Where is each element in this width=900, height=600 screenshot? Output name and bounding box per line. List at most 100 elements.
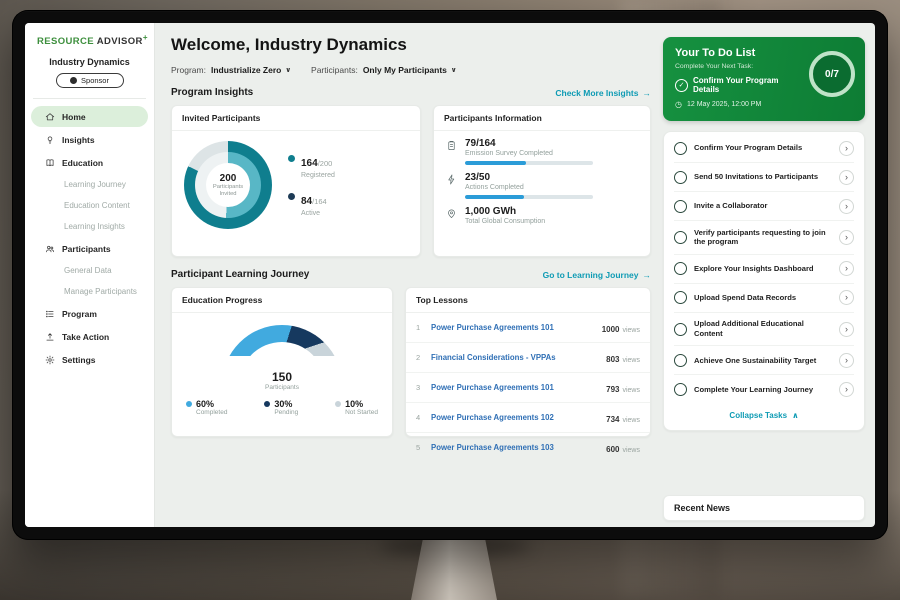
- task-label: Confirm Your Program Details: [694, 143, 832, 153]
- todo-list-card: Your To Do List Complete Your Next Task:…: [663, 37, 865, 121]
- task-checkbox[interactable]: [674, 383, 687, 396]
- sidebar-item-label: Insights: [62, 135, 95, 145]
- task-label: Complete Your Learning Journey: [694, 385, 832, 395]
- sidebar-item-manage-participants[interactable]: Manage Participants: [31, 282, 148, 301]
- lesson-link[interactable]: Power Purchase Agreements 101: [431, 383, 599, 392]
- main-content: Welcome, Industry Dynamics Program: Indu…: [155, 23, 663, 527]
- legend-dot: [264, 401, 270, 407]
- task-checkbox[interactable]: [674, 200, 687, 213]
- task-row-send-invitations[interactable]: Send 50 Invitations to Participants ›: [674, 163, 854, 192]
- legend-dot: [288, 193, 295, 200]
- lightning-icon: [446, 174, 457, 199]
- participants-information-card: Participants Information 79/164 Emission…: [433, 105, 651, 257]
- legend-item-completed: 60% Completed: [186, 399, 227, 416]
- legend-dot: [288, 155, 295, 162]
- sidebar-divider: [33, 98, 146, 99]
- section-title-learning-journey: Participant Learning Journey: [171, 269, 309, 280]
- task-row-verify-participants[interactable]: Verify participants requesting to join t…: [674, 221, 854, 255]
- lesson-link[interactable]: Financial Considerations - VPPAs: [431, 353, 599, 362]
- info-value: 1,000 GWh: [465, 206, 545, 217]
- sponsor-badge[interactable]: Sponsor: [56, 73, 124, 88]
- task-checkbox[interactable]: [674, 354, 687, 367]
- donut-center-label: Participants Invited: [211, 184, 245, 198]
- lesson-row: 2 Financial Considerations - VPPAs 803vi…: [406, 343, 650, 373]
- lesson-views-suffix: views: [622, 327, 640, 334]
- lesson-link[interactable]: Power Purchase Agreements 103: [431, 443, 599, 452]
- todo-next-date: ◷ 12 May 2025, 12:00 PM: [675, 100, 853, 109]
- sidebar-item-label: Program: [62, 309, 97, 319]
- task-checkbox[interactable]: [674, 142, 687, 155]
- task-row-upload-educational-content[interactable]: Upload Additional Educational Content ›: [674, 313, 854, 347]
- legend-item-pending: 30% Pending: [264, 399, 298, 416]
- sidebar-item-insights[interactable]: Insights: [31, 129, 148, 150]
- program-filter-label: Program:: [171, 65, 206, 75]
- donut-legend: 164/200 Registered 84/164 Active: [288, 153, 335, 217]
- legend-total: /200: [318, 159, 333, 168]
- sidebar-item-home[interactable]: Home: [31, 106, 148, 127]
- sidebar-item-education-content[interactable]: Education Content: [31, 196, 148, 215]
- task-row-explore-insights[interactable]: Explore Your Insights Dashboard ›: [674, 255, 854, 284]
- org-name: Industry Dynamics: [25, 57, 154, 67]
- participants-select-value: Only My Participants: [363, 65, 447, 75]
- todo-progress-value: 0/7: [825, 69, 839, 80]
- chevron-right-icon: ›: [839, 261, 854, 276]
- sidebar-item-label: Manage Participants: [64, 287, 137, 296]
- chevron-right-icon: ›: [839, 141, 854, 156]
- card-title: Invited Participants: [172, 106, 420, 131]
- task-checkbox[interactable]: [674, 171, 687, 184]
- program-select[interactable]: Industrialize Zero ∨: [211, 65, 291, 75]
- lesson-link[interactable]: Power Purchase Agreements 102: [431, 413, 599, 422]
- legend-value: 164: [301, 158, 318, 169]
- task-row-upload-spend-data[interactable]: Upload Spend Data Records ›: [674, 284, 854, 313]
- collapse-tasks-button[interactable]: Collapse Tasks ∧: [674, 403, 854, 426]
- legend-dot: [335, 401, 341, 407]
- invited-participants-card: Invited Participants 200 Participants In…: [171, 105, 421, 257]
- sidebar-item-participants[interactable]: Participants: [31, 238, 148, 259]
- book-icon: [45, 158, 55, 168]
- sidebar-item-program[interactable]: Program: [31, 303, 148, 324]
- todo-next-task[interactable]: ✓ Confirm Your Program Details: [675, 76, 805, 94]
- go-to-learning-journey-link[interactable]: Go to Learning Journey →: [543, 270, 651, 280]
- participants-filter: Participants: Only My Participants ∨: [311, 65, 457, 75]
- lesson-link[interactable]: Power Purchase Agreements 101: [431, 323, 595, 332]
- task-label: Send 50 Invitations to Participants: [694, 172, 832, 182]
- lesson-rank: 3: [416, 383, 424, 392]
- task-checkbox[interactable]: [674, 231, 687, 244]
- donut-center: 200 Participants Invited: [206, 163, 250, 207]
- sidebar-item-label: Learning Insights: [64, 222, 125, 231]
- task-row-invite-collaborator[interactable]: Invite a Collaborator ›: [674, 192, 854, 221]
- legend-item-not-started: 10% Not Started: [335, 399, 378, 416]
- lesson-views-suffix: views: [622, 447, 640, 454]
- lesson-views: 793: [606, 385, 619, 394]
- logo-plus: +: [143, 33, 148, 42]
- clipboard-icon: [446, 140, 457, 165]
- lesson-views-suffix: views: [622, 357, 640, 364]
- legend-label: Completed: [196, 409, 227, 416]
- sidebar-item-education[interactable]: Education: [31, 152, 148, 173]
- task-checkbox[interactable]: [674, 291, 687, 304]
- legend-value: 10%: [345, 399, 363, 409]
- participants-select[interactable]: Only My Participants ∨: [363, 65, 457, 75]
- legend-item-registered: 164/200 Registered: [288, 153, 335, 179]
- sidebar-item-settings[interactable]: Settings: [31, 349, 148, 370]
- sidebar-item-general-data[interactable]: General Data: [31, 261, 148, 280]
- check-more-insights-link[interactable]: Check More Insights →: [555, 88, 651, 98]
- sidebar-item-take-action[interactable]: Take Action: [31, 326, 148, 347]
- task-checkbox[interactable]: [674, 323, 687, 336]
- task-checkbox[interactable]: [674, 262, 687, 275]
- sidebar-item-learning-insights[interactable]: Learning Insights: [31, 217, 148, 236]
- education-progress-gauge-chart: 150 Participants: [222, 325, 342, 387]
- task-row-complete-learning-journey[interactable]: Complete Your Learning Journey ›: [674, 375, 854, 403]
- sidebar-item-label: Settings: [62, 355, 96, 365]
- sidebar-item-learning-journey[interactable]: Learning Journey: [31, 175, 148, 194]
- monitor-stand: [411, 538, 497, 600]
- task-row-confirm-program[interactable]: Confirm Your Program Details ›: [674, 134, 854, 163]
- task-label: Achieve One Sustainability Target: [694, 356, 832, 366]
- location-pin-icon: [446, 208, 457, 225]
- education-progress-card: Education Progress 150 Participants 60% …: [171, 287, 393, 437]
- legend-dot: [186, 401, 192, 407]
- task-list-card: Confirm Your Program Details › Send 50 I…: [663, 131, 865, 431]
- task-row-achieve-sustainability-target[interactable]: Achieve One Sustainability Target ›: [674, 346, 854, 375]
- program-select-value: Industrialize Zero: [211, 65, 281, 75]
- lightbulb-icon: [45, 135, 55, 145]
